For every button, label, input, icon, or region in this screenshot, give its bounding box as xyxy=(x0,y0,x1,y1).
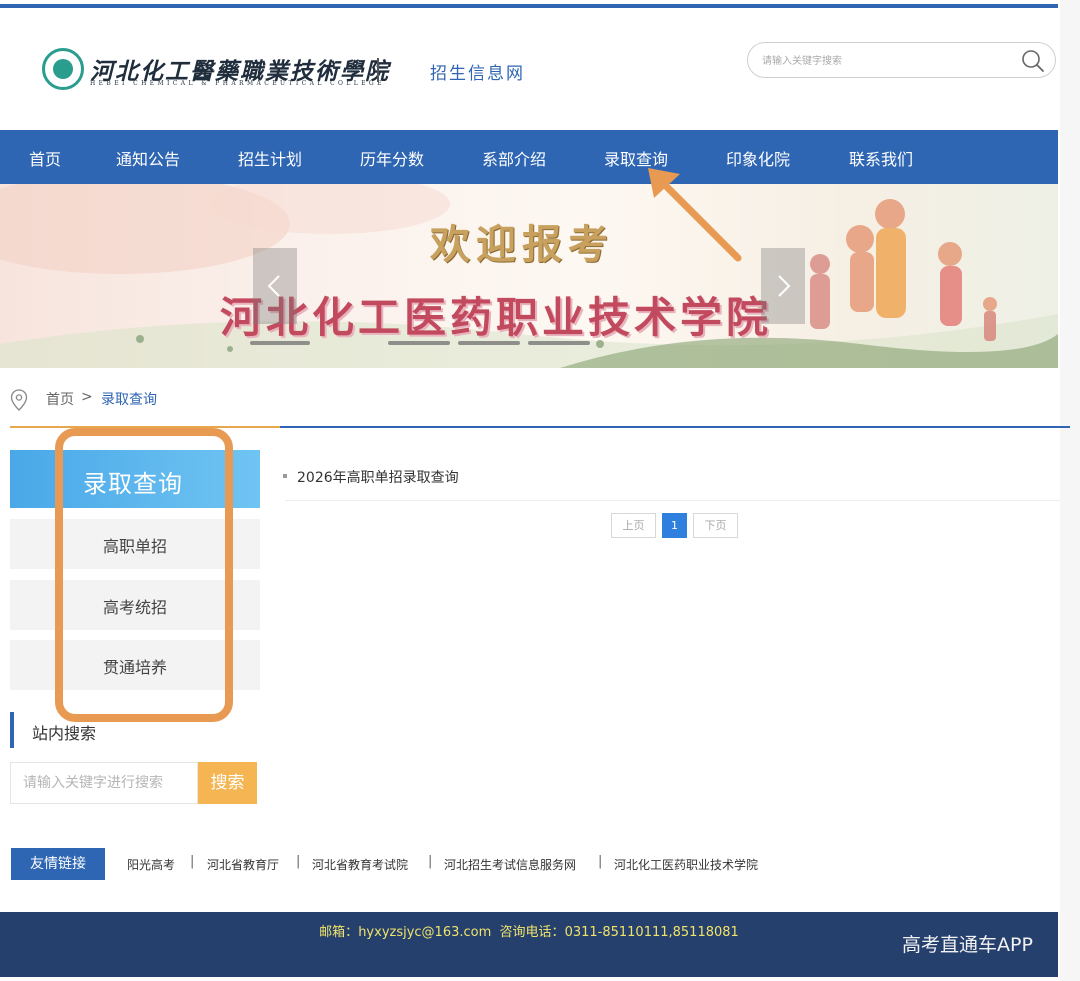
nav-home[interactable]: 首页 xyxy=(29,146,61,170)
sidebar-item-label: 高职单招 xyxy=(102,537,167,556)
link-separator: | xyxy=(428,854,433,869)
nav-admission-query[interactable]: 录取查询 xyxy=(604,146,668,170)
link-separator: | xyxy=(190,854,195,869)
slide-indicator[interactable] xyxy=(528,341,590,345)
friendly-link-sunshine-gaokao[interactable]: 阳光高考 xyxy=(127,856,175,873)
slide-indicator[interactable] xyxy=(458,341,520,345)
list-bullet xyxy=(283,474,287,478)
chevron-right-icon xyxy=(778,275,791,297)
site-search-button[interactable]: 搜索 xyxy=(198,762,257,804)
breadcrumb-separator: > xyxy=(81,389,93,405)
nav-departments[interactable]: 系部介绍 xyxy=(482,146,546,170)
app-watermark: 高考直通车APP xyxy=(902,934,1033,956)
list-divider xyxy=(285,500,1060,501)
friendly-link-college[interactable]: 河北化工医药职业技术学院 xyxy=(614,856,758,873)
footer-phone-label: 咨询电话： xyxy=(499,925,565,940)
header-search-box xyxy=(747,42,1056,78)
nav-contact[interactable]: 联系我们 xyxy=(849,146,913,170)
slide-indicator[interactable] xyxy=(388,341,450,345)
list-item[interactable]: 2026年高职单招录取查询 xyxy=(297,467,459,487)
link-separator: | xyxy=(598,854,603,869)
college-emblem-icon xyxy=(42,48,84,90)
site-search-box xyxy=(10,762,198,804)
nav-admission-plan[interactable]: 招生计划 xyxy=(238,146,302,170)
breadcrumb-divider-accent xyxy=(10,426,280,428)
friendly-link-edu-department[interactable]: 河北省教育厅 xyxy=(207,856,279,873)
footer-phone: 0311-85110111,85118081 xyxy=(564,925,739,940)
chevron-left-icon xyxy=(267,275,280,297)
footer-email[interactable]: hyxyzsjyc@163.com xyxy=(358,925,491,940)
sidebar-item-integrated[interactable]: 贯通培养 xyxy=(10,640,260,690)
footer-contact: 邮箱：hyxyzsjyc@163.com 咨询电话：0311-85110111,… xyxy=(0,921,1058,940)
header-divider xyxy=(377,58,379,82)
slide-indicator[interactable] xyxy=(250,341,310,345)
site-subtitle: 招生信息网 xyxy=(430,64,525,84)
top-accent-line xyxy=(0,4,1058,8)
nav-notices[interactable]: 通知公告 xyxy=(116,146,180,170)
banner-college-name: 河北化工医药职业技术学院 xyxy=(220,293,773,342)
college-logo[interactable]: 河北化工醫藥職業技術學院 HEBEI CHEMICAL & PHARMACEUT… xyxy=(42,46,388,94)
sidebar-item-label: 高考统招 xyxy=(102,598,167,617)
site-footer: 邮箱：hyxyzsjyc@163.com 咨询电话：0311-85110111,… xyxy=(0,912,1058,977)
banner-next-button[interactable] xyxy=(761,248,805,324)
banner-prev-button[interactable] xyxy=(253,248,297,324)
site-search-input[interactable] xyxy=(11,763,197,803)
hero-banner: 欢迎报考 河北化工医药职业技术学院 xyxy=(0,184,1058,368)
banner-title: 欢迎报考 xyxy=(430,221,614,268)
friendly-links-label: 友情链接 xyxy=(11,848,105,880)
friendly-link-exam-info-service[interactable]: 河北招生考试信息服务网 xyxy=(444,856,576,873)
pagination-next[interactable]: 下页 xyxy=(693,513,738,538)
nav-impressions[interactable]: 印象化院 xyxy=(726,146,790,170)
sidebar-heading: 录取查询 xyxy=(10,450,260,508)
sidebar-item-gaokao[interactable]: 高考统招 xyxy=(10,580,260,630)
footer-email-label: 邮箱： xyxy=(319,925,359,940)
site-search-accent xyxy=(10,712,14,748)
sidebar-heading-label: 录取查询 xyxy=(83,470,183,498)
logo-english-name: HEBEI CHEMICAL & PHARMACEUTICAL COLLEGE xyxy=(90,80,385,87)
site-search-title: 站内搜索 xyxy=(32,724,97,743)
location-pin-icon xyxy=(10,389,28,411)
breadcrumb-current: 录取查询 xyxy=(101,392,157,408)
breadcrumb-home[interactable]: 首页 xyxy=(46,389,74,409)
header-search-input[interactable] xyxy=(762,51,1002,71)
page-right-margin xyxy=(1060,0,1080,981)
pagination-current-page[interactable]: 1 xyxy=(662,513,687,538)
link-separator: | xyxy=(296,854,301,869)
search-icon[interactable] xyxy=(1021,49,1045,73)
main-nav: 首页 通知公告 招生计划 历年分数 系部介绍 录取查询 印象化院 联系我们 xyxy=(0,130,1058,184)
nav-past-scores[interactable]: 历年分数 xyxy=(360,146,424,170)
pagination-prev[interactable]: 上页 xyxy=(611,513,656,538)
sidebar-item-vocational-single[interactable]: 高职单招 xyxy=(10,519,260,569)
friendly-link-exam-authority[interactable]: 河北省教育考试院 xyxy=(312,856,408,873)
sidebar-item-label: 贯通培养 xyxy=(102,658,167,677)
